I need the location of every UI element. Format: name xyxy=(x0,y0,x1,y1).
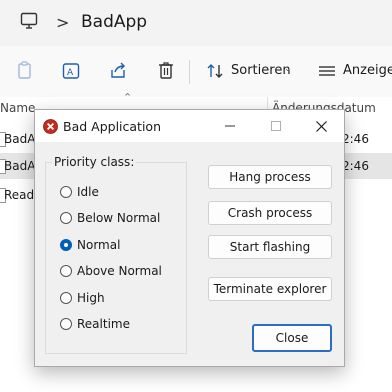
view-icon[interactable] xyxy=(318,61,336,85)
view-button[interactable]: Anzeigen xyxy=(343,63,392,78)
radio-button-checked[interactable] xyxy=(60,239,72,251)
breadcrumb-separator: > xyxy=(56,13,70,32)
file-name: BadA xyxy=(4,159,36,173)
radio-priority-idle[interactable]: Idle xyxy=(60,183,99,201)
radio-label: Normal xyxy=(77,238,121,252)
delete-icon[interactable] xyxy=(157,61,175,85)
maximize-button[interactable] xyxy=(253,110,299,142)
column-header-name[interactable]: Name xyxy=(0,101,35,115)
dialog-titlebar[interactable]: Bad Application xyxy=(35,110,344,142)
terminate-explorer-button[interactable]: Terminate explorer xyxy=(208,277,332,301)
sort-icon[interactable] xyxy=(206,61,224,85)
file-name: BadA xyxy=(4,132,36,146)
radio-button[interactable] xyxy=(60,318,72,330)
svg-text:A: A xyxy=(67,68,74,78)
radio-label: Realtime xyxy=(77,317,130,331)
toolbar-divider xyxy=(189,60,190,84)
monitor-icon[interactable] xyxy=(20,12,38,34)
radio-priority-above-normal[interactable]: Above Normal xyxy=(60,262,162,280)
radio-button[interactable] xyxy=(60,292,72,304)
maximize-icon xyxy=(271,121,281,131)
close-button[interactable]: Close xyxy=(252,324,332,352)
sort-dropdown-chevron-icon[interactable]: ⌄ xyxy=(284,64,292,74)
hang-process-button[interactable]: Hang process xyxy=(208,165,332,189)
radio-button[interactable] xyxy=(60,265,72,277)
sort-ascending-caret-icon: ⌃ xyxy=(123,91,133,104)
radio-priority-high[interactable]: High xyxy=(60,289,105,307)
radio-label: Above Normal xyxy=(77,264,162,278)
radio-priority-normal[interactable]: Normal xyxy=(60,236,120,254)
minimize-icon xyxy=(225,125,235,127)
radio-button[interactable] xyxy=(60,186,72,198)
rename-icon[interactable]: A xyxy=(62,61,80,85)
radio-label: Below Normal xyxy=(77,211,161,225)
close-icon xyxy=(315,120,327,132)
radio-label: High xyxy=(77,291,105,305)
radio-button[interactable] xyxy=(60,212,72,224)
address-bar: > BadApp xyxy=(0,0,392,47)
file-modified-time: 2:46 xyxy=(342,159,369,173)
priority-class-label: Priority class: xyxy=(52,155,137,169)
close-window-button[interactable] xyxy=(298,110,344,142)
share-icon[interactable] xyxy=(109,61,127,85)
crash-process-button[interactable]: Crash process xyxy=(208,201,332,225)
error-icon xyxy=(43,119,58,138)
file-modified-time: 2:46 xyxy=(342,132,369,146)
sort-button[interactable]: Sortieren xyxy=(231,63,291,78)
radio-label: Idle xyxy=(77,185,99,199)
bad-application-dialog: Bad Application Priority class: Idle Bel… xyxy=(34,109,345,367)
radio-priority-below-normal[interactable]: Below Normal xyxy=(60,209,160,227)
copy-icon[interactable] xyxy=(16,61,34,85)
start-flashing-button[interactable]: Start flashing xyxy=(208,235,332,259)
command-bar: A Sortieren ⌄ Anzeigen xyxy=(0,46,392,99)
minimize-button[interactable] xyxy=(207,110,253,142)
breadcrumb-current-folder[interactable]: BadApp xyxy=(81,12,147,32)
dialog-title: Bad Application xyxy=(63,119,161,134)
radio-priority-realtime[interactable]: Realtime xyxy=(60,315,130,333)
